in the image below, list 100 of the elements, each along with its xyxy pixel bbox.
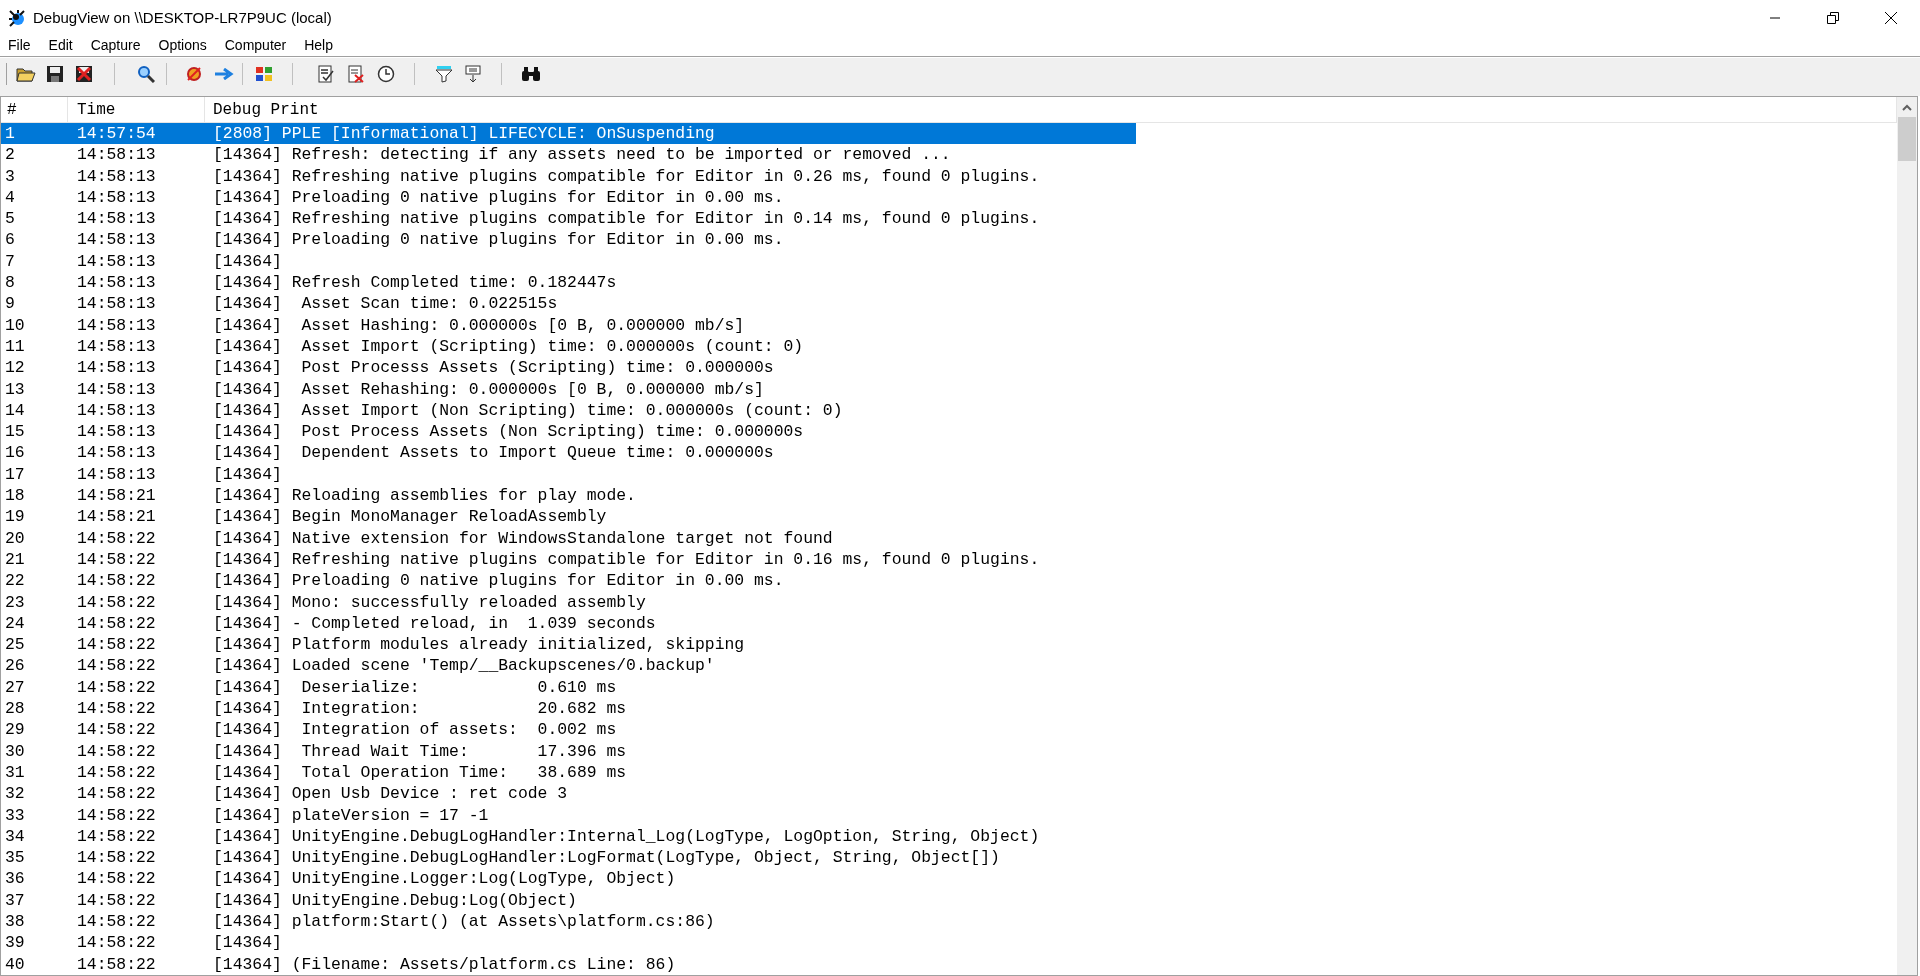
row-number: 7 [4,250,16,273]
time-cell-text: 14:58:13 [76,144,157,166]
row-number: 35 [4,847,26,869]
close-icon[interactable] [1885,12,1897,24]
row-number: 2 [4,144,16,166]
log-row[interactable]: 1 14:57:54 [2808] PPLE [Informational] LIFECYCLE: OnSuspending [1,123,1136,145]
time-cell-text: 14:58:13 [76,421,157,443]
row-number: 21 [4,548,26,571]
message-cell-text: [14364] UnityEngine.DebugLogHandler:LogFormat(LogType, Object, String, Object[]) [212,847,1001,869]
row-number: 37 [4,889,26,911]
scrollbar[interactable] [1897,97,1917,975]
message-cell-text: [14364] Refresh Completed time: 0.182447s [212,272,618,294]
row-number: 28 [4,698,26,720]
time-cell-text: 14:58:22 [76,676,157,698]
message-cell-text: [14364] Post Process Assets (Non Scripting) time: 0.000000s [212,421,805,443]
time-cell-text: 14:58:13 [76,186,157,209]
time-cell-text: 14:58:13 [76,208,157,230]
restore-icon[interactable] [1827,12,1839,24]
row-number: 8 [4,272,16,294]
row-number: 29 [4,719,26,741]
time-cell-text: 14:58:22 [76,527,157,549]
time-cell-text: 14:58:13 [76,442,157,464]
menu-item[interactable]: Computer [224,34,287,56]
time-cell-text: 14:58:13 [76,378,157,400]
message-cell-text: [14364] Loaded scene 'Temp/__Backupscenes/0.backup' [212,655,716,677]
time-cell-text: 14:58:22 [76,761,157,784]
row-number: 23 [4,591,26,613]
row-number: 30 [4,740,26,762]
time-cell-text: 14:58:22 [76,932,157,954]
message-cell-text: [14364] Refreshing native plugins compatible for Editor in 0.16 ms, found 0 plugins. [212,548,1041,571]
message-cell-text: [14364] Asset Import (Scripting) time: 0.000000s (count: 0) [212,335,805,358]
message-cell-text: [2808] PPLE [Informational] LIFECYCLE: OnSuspending [212,123,716,145]
message-cell-text: [14364] [212,250,283,273]
row-number: 22 [4,570,26,592]
time-cell-text: 14:58:13 [76,335,157,358]
message-cell-text: [14364] (Filename: Assets/platform.cs Line: 86) [212,953,677,975]
time-cell-text: 14:58:13 [76,165,157,187]
message-cell-text: [14364] [212,932,283,954]
scrollbar-thumb[interactable] [1898,117,1916,161]
menu-item[interactable]: Help [304,34,333,56]
row-number: 33 [4,804,26,826]
time-cell-text: 14:58:13 [76,229,157,251]
message-cell-text: [14364] - Completed reload, in 1.039 seconds [212,612,657,635]
time-cell-text: 14:58:13 [76,250,157,273]
time-cell-text: 14:58:22 [76,612,157,635]
time-cell-text: 14:58:22 [76,719,157,741]
message-cell-text: [14364] UnityEngine.Logger:Log(LogType, Object) [212,868,677,890]
time-cell-text: 14:58:22 [76,825,157,848]
message-cell-text: [14364] Total Operation Time: 38.689 ms [212,761,628,784]
row-number: 9 [4,293,16,315]
message-cell-text: [14364] Refreshing native plugins compatible for Editor in 0.14 ms, found 0 plugins. [212,208,1041,230]
message-cell-text: [14364] Refresh: detecting if any assets need to be imported or removed ... [212,144,952,166]
time-cell-text: 14:57:54 [76,123,157,145]
row-number: 6 [4,229,16,251]
time-cell-text: 14:58:22 [76,591,157,613]
message-cell-text: [14364] Open Usb Device : ret code 3 [212,783,569,805]
message-cell-text: [14364] Post Processs Assets (Scripting) time: 0.000000s [212,357,775,379]
row-number: 11 [4,335,26,358]
row-number: 15 [4,421,26,443]
row-number: 12 [4,357,26,379]
time-cell-text: 14:58:13 [76,399,157,422]
time-cell-text: 14:58:22 [76,783,157,805]
menu-item[interactable]: File [8,34,31,56]
row-number: 24 [4,612,26,635]
message-cell-text: [14364] Dependent Assets to Import Queue time: 0.000000s [212,442,775,464]
time-cell-text: 14:58:21 [76,506,157,528]
row-number: 14 [4,399,26,422]
row-number: 3 [4,165,16,187]
window-title: DebugView on \\DESKTOP-LR7P9UC (local) [33,7,332,28]
message-cell-text: [14364] [212,463,283,486]
time-cell-text: 14:58:22 [76,634,157,656]
row-number: 31 [4,761,26,784]
row-number: 38 [4,911,26,933]
message-cell-text: [14364] Preloading 0 native plugins for Editor in 0.00 ms. [212,229,785,251]
time-cell-text: 14:58:22 [76,804,157,826]
row-number: 17 [4,463,26,486]
message-cell-text: [14364] Preloading 0 native plugins for Editor in 0.00 ms. [212,570,785,592]
message-cell-text: [14364] Asset Import (Non Scripting) time: 0.000000s (count: 0) [212,399,844,422]
message-cell-text: [14364] Platform modules already initialized, skipping [212,634,746,656]
row-number: 20 [4,527,26,549]
time-cell-text: 14:58:22 [76,847,157,869]
time-cell-text: 14:58:22 [76,698,157,720]
row-number: 27 [4,676,26,698]
message-cell-text: [14364] Mono: successfully reloaded assembly [212,591,647,613]
message-cell-text: [14364] Thread Wait Time: 17.396 ms [212,740,628,762]
row-number: 32 [4,783,26,805]
time-cell-text: 14:58:22 [76,740,157,762]
message-cell-text: [14364] UnityEngine.DebugLogHandler:Internal_Log(LogType, LogOption, String, Object) [212,825,1041,848]
row-number: 25 [4,634,26,656]
row-number: 36 [4,868,26,890]
row-number: 16 [4,442,26,464]
row-number: 18 [4,485,26,507]
time-cell-text: 14:58:13 [76,463,157,486]
menu-item[interactable]: Capture [90,34,141,56]
time-cell-text: 14:58:22 [76,868,157,890]
time-cell-text: 14:58:21 [76,485,157,507]
menu-item[interactable]: Edit [48,34,73,56]
message-cell-text: [14364] Integration: 20.682 ms [212,698,628,720]
menu-item[interactable]: Options [158,34,207,56]
message-cell-text: [14364] Begin MonoManager ReloadAssembly [212,506,608,528]
